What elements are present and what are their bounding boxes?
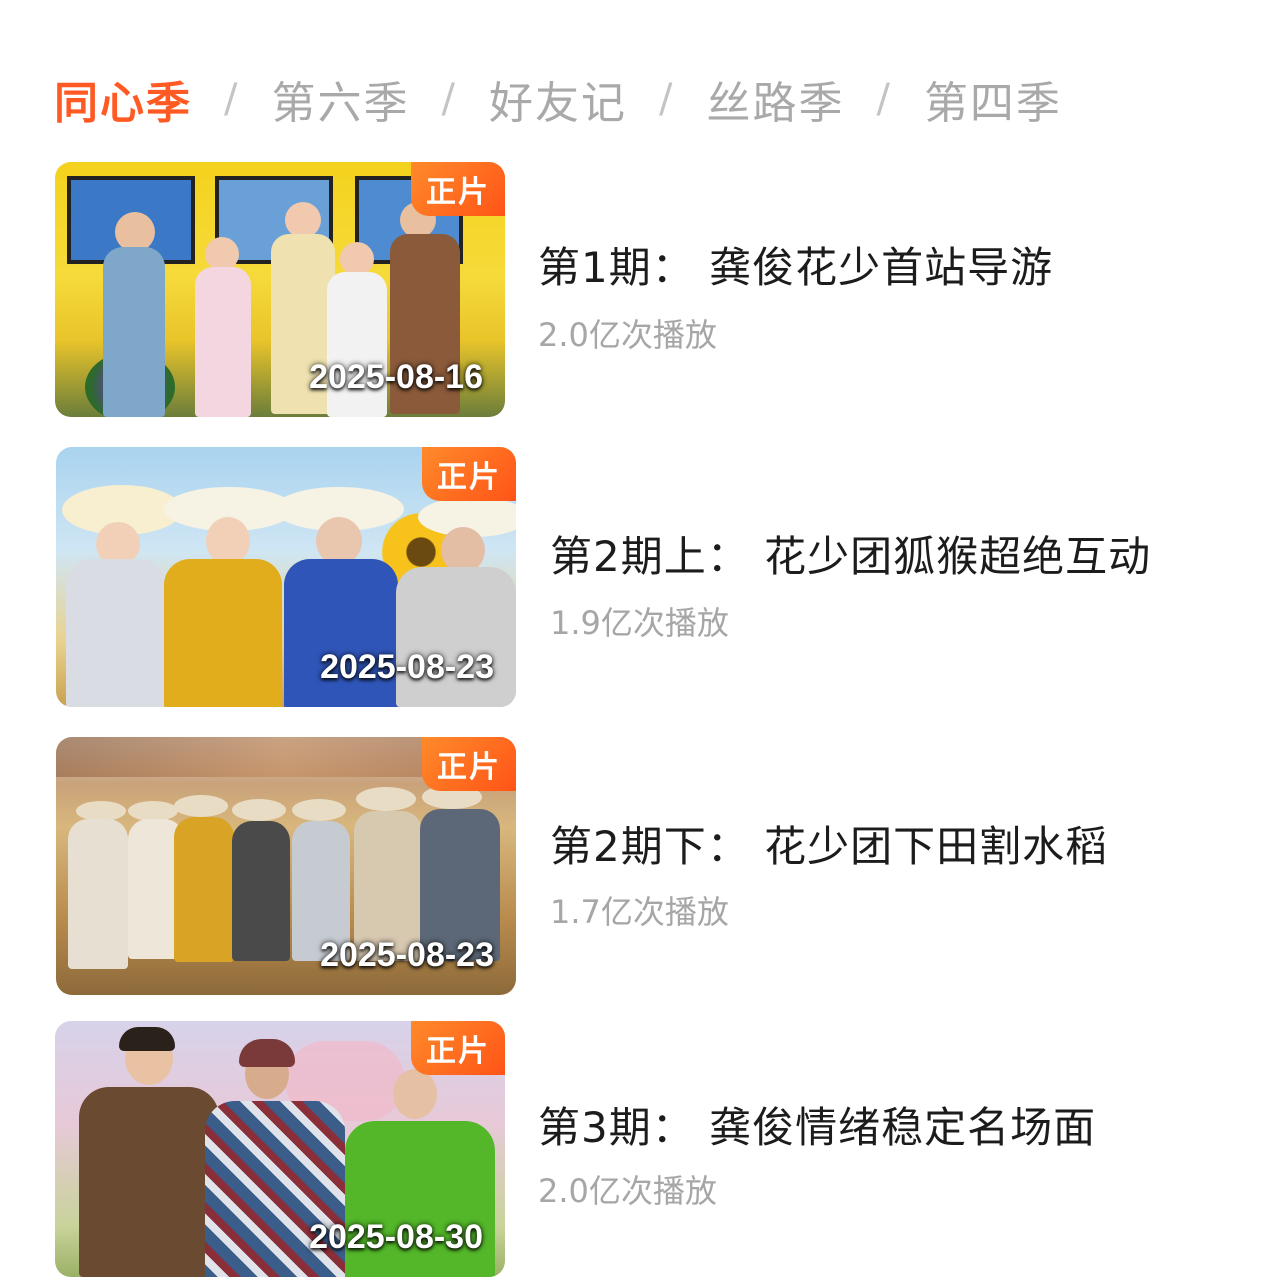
episode-type-badge: 正片 xyxy=(411,1021,505,1075)
episode-title[interactable]: 第3期： 龚俊情绪稳定名场面 xyxy=(538,1094,1096,1155)
tab-friends[interactable]: 好友记 xyxy=(489,67,627,131)
episode-type-badge: 正片 xyxy=(411,162,505,216)
episode-date: 2025-08-30 xyxy=(309,1218,483,1256)
tab-separator: / xyxy=(224,76,240,122)
tab-separator: / xyxy=(658,76,675,122)
episode-item[interactable]: 正片 2025-08-23 第2期上： 花少团狐猴超绝互动 1.9亿次播放 xyxy=(0,445,1276,707)
episode-date: 2025-08-23 xyxy=(320,648,494,686)
tab-separator: / xyxy=(441,76,457,122)
tab-tongxin-season[interactable]: 同心季 xyxy=(54,67,192,131)
episode-type-badge: 正片 xyxy=(422,737,516,791)
season-tabs: 同心季 / 第六季 / 好友记 / 丝路季 / 第四季 xyxy=(54,66,1062,132)
episode-views: 1.9亿次播放 xyxy=(550,604,729,642)
episode-views: 2.0亿次播放 xyxy=(538,1172,717,1210)
episode-item[interactable]: 正片 2025-08-16 第1期： 龚俊花少首站导游 2.0亿次播放 xyxy=(0,160,1276,420)
episode-date: 2025-08-16 xyxy=(309,358,483,396)
tab-season-four[interactable]: 第四季 xyxy=(924,67,1062,131)
tab-season-six[interactable]: 第六季 xyxy=(271,67,409,131)
episode-item[interactable]: 正片 2025-08-30 第3期： 龚俊情绪稳定名场面 2.0亿次播放 xyxy=(0,1018,1276,1278)
episode-thumbnail[interactable]: 正片 2025-08-16 xyxy=(55,162,505,417)
episode-type-badge: 正片 xyxy=(422,447,516,501)
episode-thumbnail[interactable]: 正片 2025-08-23 xyxy=(56,737,516,995)
episode-title[interactable]: 第2期上： 花少团狐猴超绝互动 xyxy=(550,523,1151,584)
episode-views: 1.7亿次播放 xyxy=(550,893,729,931)
tab-separator: / xyxy=(876,76,892,122)
episode-thumbnail[interactable]: 正片 2025-08-23 xyxy=(56,447,516,707)
episode-item[interactable]: 正片 2025-08-23 第2期下： 花少团下田割水稻 1.7亿次播放 xyxy=(0,735,1276,995)
episode-date: 2025-08-23 xyxy=(320,936,494,974)
episode-title[interactable]: 第2期下： 花少团下田割水稻 xyxy=(550,813,1108,874)
episode-thumbnail[interactable]: 正片 2025-08-30 xyxy=(55,1021,505,1277)
episode-title[interactable]: 第1期： 龚俊花少首站导游 xyxy=(538,234,1053,295)
tab-silk-road-season[interactable]: 丝路季 xyxy=(706,67,844,131)
episode-views: 2.0亿次播放 xyxy=(538,316,717,354)
